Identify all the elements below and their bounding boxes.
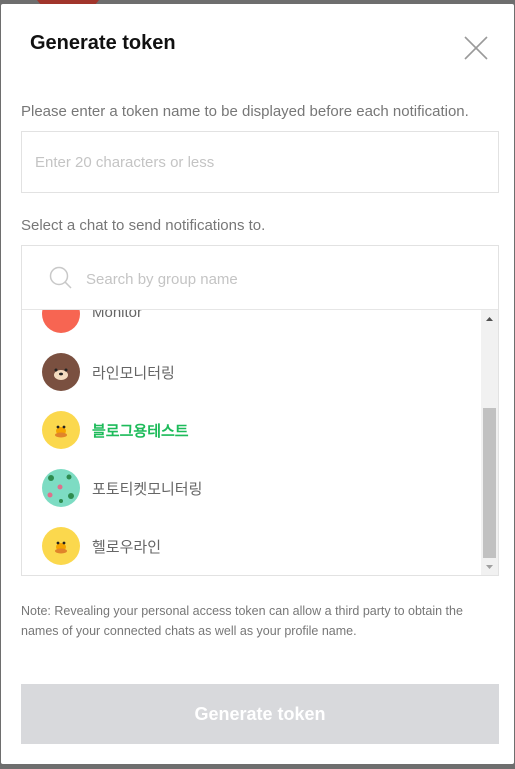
chat-select-label: Select a chat to send notifications to. [21, 217, 266, 234]
close-icon[interactable] [462, 34, 490, 62]
chat-list: Monitor 라인모니터링 블로그용테스트 포토티켓모니터링 헬로우라인 [22, 310, 481, 575]
chat-item-hello-line[interactable]: 헬로우라인 [22, 517, 481, 575]
scrollbar-thumb[interactable] [483, 408, 496, 558]
sally-chick-avatar [42, 411, 80, 449]
generate-token-dialog: Generate token Please enter a token name… [1, 4, 514, 764]
chat-item-line-monitoring[interactable]: 라인모니터링 [22, 343, 481, 401]
chat-search-row [22, 246, 498, 310]
brown-bear-avatar [42, 353, 80, 391]
token-name-input[interactable] [21, 131, 499, 193]
patterned-avatar [42, 469, 80, 507]
chat-item-label: 블로그용테스트 [92, 423, 189, 440]
token-name-label: Please enter a token name to be displaye… [21, 103, 469, 120]
chat-item-label: 라인모니터링 [92, 365, 175, 382]
chat-item-blog-test[interactable]: 블로그용테스트 [22, 401, 481, 459]
chat-search-input[interactable] [84, 258, 468, 300]
chat-select-box: Monitor 라인모니터링 [21, 245, 499, 576]
chat-item-label: 포토티켓모니터링 [92, 481, 203, 498]
search-icon [49, 266, 73, 290]
generate-token-button[interactable]: Generate token [21, 684, 499, 744]
dialog-title: Generate token [30, 32, 176, 54]
chat-list-scrollbar[interactable] [481, 310, 498, 575]
chat-item-photo-ticket-monitoring[interactable]: 포토티켓모니터링 [22, 459, 481, 517]
sally-chick-avatar [42, 527, 80, 565]
overlay-strip [0, 764, 515, 769]
privacy-note: Note: Revealing your personal access tok… [21, 604, 463, 638]
scroll-down-arrow-icon[interactable] [481, 558, 498, 575]
chat-item-monitor[interactable]: Monitor [22, 310, 481, 343]
red-avatar [42, 310, 80, 333]
chat-item-label: 헬로우라인 [92, 539, 162, 556]
scroll-up-arrow-icon[interactable] [481, 310, 498, 327]
chat-item-label: Monitor [92, 310, 143, 321]
